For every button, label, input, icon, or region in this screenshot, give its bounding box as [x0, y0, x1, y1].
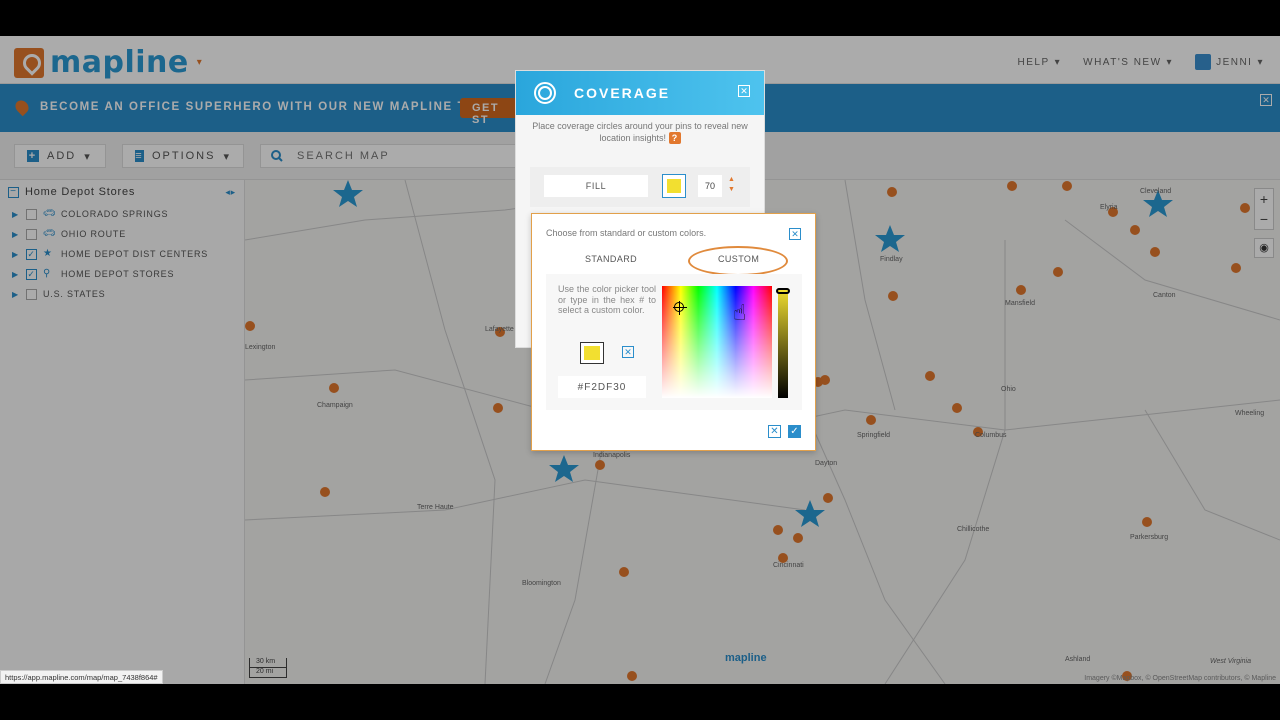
close-icon[interactable]: ✕ [789, 228, 801, 240]
close-icon[interactable]: ✕ [738, 85, 750, 97]
hex-input[interactable] [558, 376, 646, 398]
fill-label: FILL [544, 175, 648, 197]
fill-row: FILL 70 ▲ ▼ [530, 167, 750, 207]
tab-standard[interactable]: STANDARD [585, 254, 637, 264]
selected-color-swatch [580, 342, 604, 364]
confirm-button[interactable]: ✓ [788, 425, 801, 438]
luminance-slider-handle[interactable] [776, 288, 790, 294]
app-screen: mapline ▾ HELP ▾ WHAT'S NEW ▾ JENNI ▾ BECOM… [0, 36, 1280, 684]
crosshair-icon[interactable] [673, 301, 687, 315]
picker-help-text: Use the color picker tool or type in the… [558, 284, 656, 315]
coverage-title: COVERAGE [574, 85, 671, 101]
coverage-description-text: Place coverage circles around your pins … [532, 121, 748, 143]
coverage-icon [534, 82, 556, 104]
highlight-ring [688, 246, 788, 276]
fill-color-swatch[interactable] [662, 174, 686, 198]
help-icon[interactable]: ? [668, 132, 681, 144]
clear-color-icon[interactable]: ✕ [622, 346, 634, 358]
hand-cursor-icon: ☝ [733, 300, 747, 325]
fill-color-preview [667, 179, 681, 193]
color-picker-description: Choose from standard or custom colors. [546, 228, 707, 238]
color-spectrum[interactable] [662, 286, 772, 398]
luminance-slider[interactable] [778, 288, 788, 398]
custom-picker-panel: Use the color picker tool or type in the… [546, 274, 802, 410]
cancel-button[interactable]: ✕ [768, 425, 781, 438]
fill-opacity-input[interactable]: 70 [698, 175, 722, 197]
opacity-stepper-icon[interactable]: ▲ ▼ [728, 175, 735, 195]
status-url: https://app.mapline.com/map/map_7438f864… [0, 670, 163, 684]
coverage-header: COVERAGE ✕ [516, 71, 764, 115]
selected-color-preview [584, 346, 600, 360]
coverage-description: Place coverage circles around your pins … [516, 115, 764, 150]
color-picker-popup: Choose from standard or custom colors. ✕… [531, 213, 816, 451]
